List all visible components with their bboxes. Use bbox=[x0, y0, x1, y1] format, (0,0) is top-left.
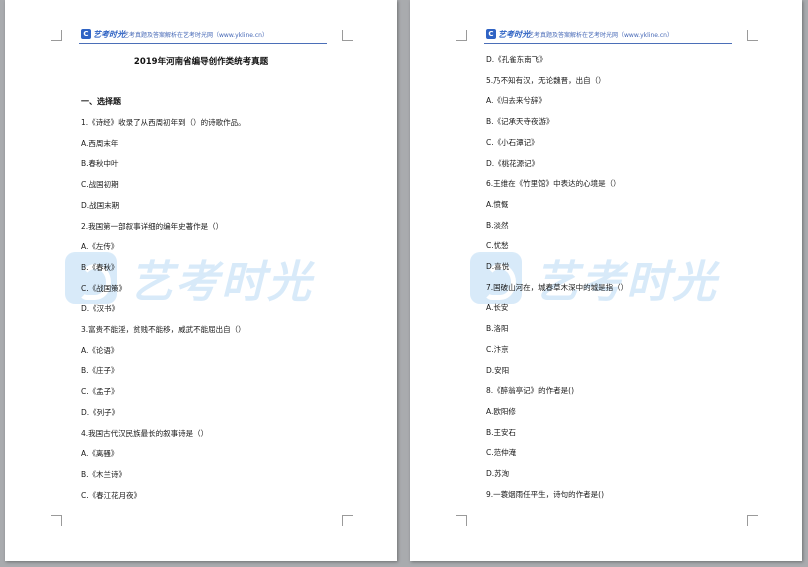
crop-mark bbox=[51, 515, 62, 526]
text-line: B.淡然 bbox=[486, 220, 509, 230]
header-tagline[interactable]: 艺考真题及答案解析在艺考时光网（www.ykline.cn） bbox=[123, 30, 268, 39]
text-line: A.《论语》 bbox=[81, 345, 119, 355]
text-line: D.《孔雀东南飞》 bbox=[486, 55, 547, 64]
text-line: 3.富贵不能淫，贫贱不能移，威武不能屈出自（） bbox=[81, 325, 246, 334]
logo-icon: C bbox=[486, 29, 496, 39]
text-line: 9.一蓑烟雨任平生，诗句的作者是() bbox=[486, 489, 605, 499]
text-line: A.欧阳修 bbox=[486, 406, 516, 416]
watermark: 艺考时光 bbox=[65, 245, 337, 311]
text-line: A.愤慨 bbox=[486, 199, 509, 209]
text-line: B.王安石 bbox=[486, 427, 517, 437]
text-line: 6.王维在《竹里馆》中表达的心境是（） bbox=[486, 179, 621, 189]
text-line: C.《春江花月夜》 bbox=[81, 490, 142, 500]
text-line: C.《小石潭记》 bbox=[486, 137, 539, 147]
text-line: D.喜悦 bbox=[486, 262, 510, 271]
crop-mark bbox=[747, 515, 758, 526]
text-line: D.安阳 bbox=[486, 365, 510, 375]
text-line: C.《孟子》 bbox=[81, 387, 119, 397]
document-page-right: C 艺考时光 艺考真题及答案解析在艺考时光网（www.ykline.cn） 艺考… bbox=[410, 0, 802, 561]
section-heading: 一、选择题 bbox=[81, 97, 121, 106]
crop-mark bbox=[342, 515, 353, 526]
crop-mark bbox=[456, 30, 467, 41]
text-line: 7.国破山河在，城春草木深中的城是指（） bbox=[486, 282, 629, 292]
watermark-logo-icon bbox=[65, 252, 117, 304]
page-header: C 艺考时光 艺考真题及答案解析在艺考时光网（www.ykline.cn） bbox=[79, 27, 327, 44]
text-line: B.《庄子》 bbox=[81, 366, 119, 376]
text-line: B.洛阳 bbox=[486, 324, 509, 334]
crop-mark bbox=[342, 30, 353, 41]
text-line: B.《木兰诗》 bbox=[81, 469, 127, 479]
header-tagline[interactable]: 艺考真题及答案解析在艺考时光网（www.ykline.cn） bbox=[528, 30, 673, 39]
text-line: A.西周末年 bbox=[81, 138, 119, 148]
watermark-text: 艺考时光 bbox=[129, 257, 313, 308]
watermark-logo-icon bbox=[470, 252, 522, 304]
text-line: C.范仲淹 bbox=[486, 448, 517, 458]
text-line: 5.乃不知有汉，无论魏晋，出自（） bbox=[486, 75, 606, 85]
text-line: 2.我国第一部叙事详细的编年史著作是（） bbox=[81, 221, 224, 231]
logo-text: 艺考时光 bbox=[93, 29, 125, 39]
page-title: 2019年河南省编导创作类统考真题 bbox=[133, 57, 269, 67]
text-line: A.《离骚》 bbox=[81, 449, 119, 459]
text-line: C.忧愁 bbox=[486, 241, 509, 251]
text-line: D.《列子》 bbox=[81, 407, 120, 417]
text-line: A.《归去来兮辞》 bbox=[486, 96, 546, 106]
brand-logo: C 艺考时光 bbox=[486, 28, 530, 40]
watermark-text: 艺考时光 bbox=[534, 257, 718, 308]
text-line: B.春秋中叶 bbox=[81, 159, 119, 169]
text-line: 4.我国古代汉民族最长的叙事诗是（） bbox=[81, 428, 209, 438]
logo-icon: C bbox=[81, 29, 91, 39]
brand-logo: C 艺考时光 bbox=[81, 28, 125, 40]
text-line: D.战国末期 bbox=[81, 200, 120, 210]
text-line: A.长安 bbox=[486, 303, 509, 313]
text-line: D.《桃花源记》 bbox=[486, 158, 540, 168]
document-page-left: C 艺考时光 艺考真题及答案解析在艺考时光网（www.ykline.cn） 20… bbox=[5, 0, 397, 561]
text-line: D.《汉书》 bbox=[81, 304, 120, 314]
text-line: 1.《诗经》收录了从西周初年到（）的诗歌作品。 bbox=[81, 118, 246, 127]
text-line: C.战国初期 bbox=[81, 180, 119, 190]
crop-mark bbox=[747, 30, 758, 41]
page-header: C 艺考时光 艺考真题及答案解析在艺考时光网（www.ykline.cn） bbox=[484, 27, 732, 44]
text-line: D.苏洵 bbox=[486, 469, 510, 478]
crop-mark bbox=[51, 30, 62, 41]
text-line: C.汴京 bbox=[486, 344, 509, 354]
text-line: C.《战国策》 bbox=[81, 283, 127, 293]
text-line: A.《左传》 bbox=[81, 242, 119, 252]
text-line: B.《春秋》 bbox=[81, 262, 119, 272]
text-line: B.《记承天寺夜游》 bbox=[486, 117, 554, 127]
text-line: 8.《醉翁亭记》的作者是() bbox=[486, 386, 575, 396]
watermark: 艺考时光 bbox=[470, 245, 742, 311]
logo-text: 艺考时光 bbox=[498, 29, 530, 39]
crop-mark bbox=[456, 515, 467, 526]
